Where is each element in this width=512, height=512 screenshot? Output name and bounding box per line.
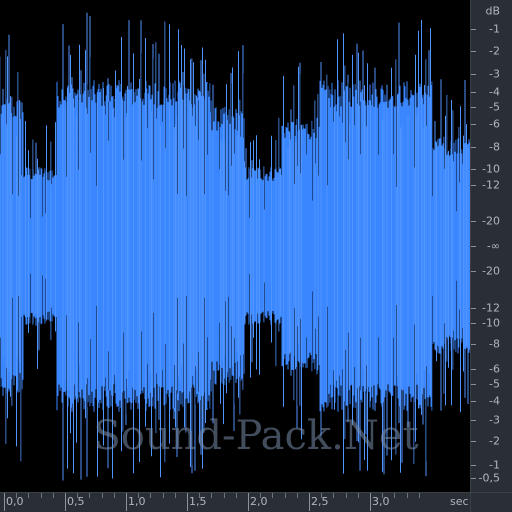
time-major-tick: [248, 493, 249, 511]
time-minor-tick: [260, 493, 261, 498]
db-tick-label: -8: [489, 337, 500, 351]
db-tick-label: -∞: [486, 239, 500, 253]
time-minor-tick: [102, 493, 103, 498]
time-minor-tick: [285, 493, 286, 498]
time-minor-tick: [175, 493, 176, 498]
db-tick-label: -0,5: [478, 471, 500, 485]
db-tick: [471, 369, 476, 370]
waveform-peaks: [0, 12, 469, 481]
db-tick: [471, 308, 476, 309]
db-tick-label: -12: [482, 301, 500, 315]
time-minor-tick: [407, 493, 408, 498]
db-tick-label: -2: [489, 44, 500, 58]
time-minor-tick: [28, 493, 29, 498]
time-minor-tick: [138, 493, 139, 498]
db-tick: [471, 401, 476, 402]
db-tick: [471, 147, 476, 148]
db-tick: [471, 74, 476, 75]
time-major-tick: [4, 493, 5, 511]
db-tick: [471, 271, 476, 272]
time-minor-tick: [211, 493, 212, 498]
db-tick-label: -4: [489, 85, 500, 99]
db-tick: [471, 51, 476, 52]
db-tick-label: -2: [489, 434, 500, 448]
db-tick: [471, 323, 476, 324]
time-unit-label: sec: [450, 495, 469, 508]
db-tick: [471, 185, 476, 186]
waveform-display[interactable]: [0, 0, 470, 492]
time-tick-label: 2,0: [250, 495, 268, 508]
time-minor-tick: [163, 493, 164, 498]
db-tick-label: -4: [489, 394, 500, 408]
time-major-tick: [126, 493, 127, 511]
time-minor-tick: [382, 493, 383, 498]
db-tick-label: -3: [489, 413, 500, 427]
time-minor-tick: [89, 493, 90, 498]
time-tick-label: 3,0: [372, 495, 390, 508]
time-minor-tick: [77, 493, 78, 498]
audio-editor-waveform-view: Sound-Pack.Net dB -1 -2 -3 -4 -5 -6 -8 -10 -12 -2…: [0, 0, 512, 512]
time-major-tick: [187, 493, 188, 511]
db-tick: [471, 221, 476, 222]
db-tick: [471, 384, 476, 385]
db-tick: [471, 465, 476, 466]
time-tick-label: 0,5: [67, 495, 85, 508]
db-tick-label: -1: [489, 22, 500, 36]
db-tick: [471, 246, 476, 247]
db-tick-label: -1: [489, 458, 500, 472]
time-tick-label: 1,5: [189, 495, 207, 508]
db-tick-label: -5: [489, 100, 500, 114]
time-minor-tick: [333, 493, 334, 498]
time-minor-tick: [419, 493, 420, 498]
time-tick-label: 2,5: [311, 495, 329, 508]
ruler-corner: [470, 492, 512, 512]
time-major-tick: [309, 493, 310, 511]
time-minor-tick: [199, 493, 200, 498]
db-tick-label: -6: [489, 362, 500, 376]
db-tick: [471, 92, 476, 93]
db-tick-label: -20: [482, 264, 500, 278]
time-minor-tick: [150, 493, 151, 498]
time-minor-tick: [358, 493, 359, 498]
db-tick: [471, 29, 476, 30]
db-tick-label: -5: [489, 377, 500, 391]
db-unit-label: dB: [485, 4, 500, 18]
db-scale-ruler: dB -1 -2 -3 -4 -5 -6 -8 -10 -12 -20 -∞ -20 -12 -10 -8-…: [470, 0, 512, 492]
time-minor-tick: [236, 493, 237, 498]
time-minor-tick: [297, 493, 298, 498]
time-minor-tick: [321, 493, 322, 498]
time-major-tick: [370, 493, 371, 511]
time-tick-label: 0,0: [6, 495, 24, 508]
time-minor-tick: [346, 493, 347, 498]
time-tick-label: 1,0: [128, 495, 146, 508]
db-tick-label: -10: [482, 162, 500, 176]
time-minor-tick: [114, 493, 115, 498]
db-tick-label: -10: [482, 316, 500, 330]
db-tick-label: -3: [489, 67, 500, 81]
db-tick-label: -20: [482, 214, 500, 228]
time-ruler[interactable]: sec 0,0 0,5 1,0 1,5 2,0 2,5 3,0: [0, 492, 470, 512]
db-tick: [471, 169, 476, 170]
waveform-lines: [0, 7, 470, 485]
db-tick: [471, 420, 476, 421]
db-tick: [471, 441, 476, 442]
time-minor-tick: [53, 493, 54, 498]
db-tick: [471, 344, 476, 345]
time-minor-tick: [16, 493, 17, 498]
db-tick-label: -12: [482, 178, 500, 192]
db-tick: [471, 124, 476, 125]
db-tick-label: -8: [489, 140, 500, 154]
time-minor-tick: [272, 493, 273, 498]
db-tick: [471, 478, 476, 479]
time-minor-tick: [41, 493, 42, 498]
db-tick: [471, 107, 476, 108]
db-tick-label: -6: [489, 117, 500, 131]
waveform-canvas[interactable]: [0, 0, 470, 492]
time-minor-tick: [224, 493, 225, 498]
time-major-tick: [65, 493, 66, 511]
time-minor-tick: [394, 493, 395, 498]
